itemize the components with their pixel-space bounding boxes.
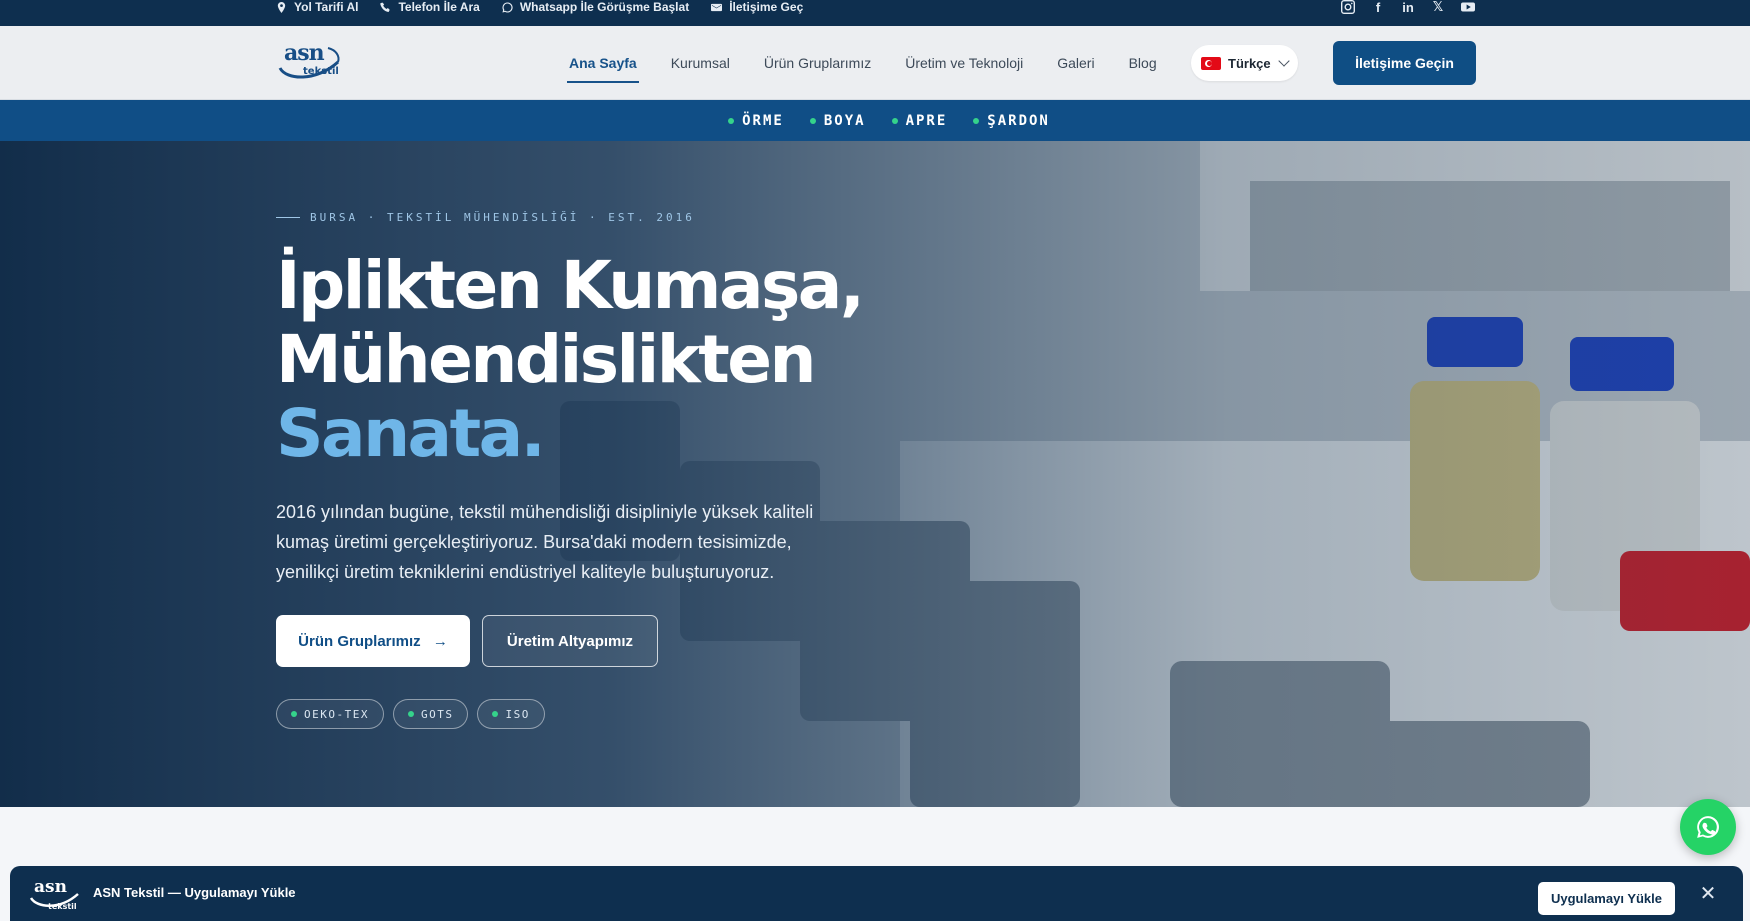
badge-label: ISO bbox=[505, 707, 530, 721]
bullet-dot-icon bbox=[407, 711, 414, 717]
badge-gots: GOTS bbox=[392, 699, 469, 729]
certification-badges: OEKO-TEX GOTS ISO bbox=[276, 699, 545, 729]
logo-subtext: tekstil bbox=[303, 66, 339, 77]
contact-label: İletişime Geç bbox=[729, 0, 804, 14]
whatsapp-link[interactable]: Whatsapp İle Görüşme Başlat bbox=[502, 0, 689, 14]
site-header: asn tekstil Ana Sayfa Kurumsal Ürün Grup… bbox=[0, 26, 1750, 100]
directions-link[interactable]: Yol Tarifi Al bbox=[276, 0, 358, 14]
category-strip: ÖRME BOYA APRE ŞARDON bbox=[0, 100, 1750, 141]
bullet-dot-icon bbox=[891, 117, 898, 124]
bullet-dot-icon bbox=[291, 711, 297, 717]
install-app-banner: asn tekstil ASN Tekstil — Uygulamayı Yük… bbox=[10, 866, 1743, 921]
logo-text: asn bbox=[284, 40, 325, 66]
turkey-flag-icon bbox=[1201, 56, 1221, 70]
youtube-icon[interactable] bbox=[1460, 0, 1476, 14]
category-item[interactable]: BOYA bbox=[809, 112, 866, 129]
language-label: Türkçe bbox=[1228, 55, 1271, 71]
hero-title-line2: Mühendislikten bbox=[276, 321, 817, 398]
nav-blog[interactable]: Blog bbox=[1127, 49, 1159, 77]
install-banner-title: ASN Tekstil — Uygulamayı Yükle bbox=[93, 885, 296, 900]
arrow-right-icon: → bbox=[432, 632, 448, 650]
category-label: APRE bbox=[905, 112, 948, 129]
nav-gallery[interactable]: Galeri bbox=[1055, 49, 1096, 77]
production-infrastructure-button[interactable]: Üretim Altyapımız bbox=[482, 615, 658, 667]
close-icon[interactable]: ✕ bbox=[1696, 882, 1720, 906]
hero-section: BURSA · TEKSTİL MÜHENDİSLİĞİ · EST. 2016… bbox=[0, 141, 1750, 807]
category-item[interactable]: ÖRME bbox=[728, 113, 784, 129]
bullet-dot-icon bbox=[492, 711, 499, 717]
instagram-icon[interactable] bbox=[1340, 0, 1356, 14]
bullet-dot-icon bbox=[809, 117, 816, 124]
social-links: f in 𝕏 bbox=[1340, 0, 1476, 15]
location-pin-icon bbox=[277, 1, 286, 13]
chevron-down-icon bbox=[1277, 55, 1290, 67]
product-groups-label: Ürün Gruplarımız bbox=[298, 632, 421, 650]
contact-link[interactable]: İletişime Geç bbox=[711, 0, 803, 14]
category-label: ÖRME bbox=[742, 112, 784, 129]
phone-label: Telefon İle Ara bbox=[398, 0, 480, 14]
phone-link[interactable]: Telefon İle Ara bbox=[380, 0, 480, 14]
contact-cta-button[interactable]: İletişime Geçin bbox=[1333, 41, 1476, 85]
product-groups-button[interactable]: Ürün Gruplarımız → bbox=[276, 615, 470, 667]
top-utility-bar: Yol Tarifi Al Telefon İle Ara Whatsapp İ… bbox=[0, 0, 1750, 26]
category-label: ŞARDON bbox=[987, 112, 1050, 129]
hero-title-line1: İplikten Kumaşa, bbox=[276, 247, 865, 324]
nav-home[interactable]: Ana Sayfa bbox=[567, 49, 639, 83]
main-nav: Ana Sayfa Kurumsal Ürün Gruplarımız Üret… bbox=[567, 26, 1159, 100]
banner-logo: asn tekstil bbox=[28, 876, 84, 912]
badge-iso: ISO bbox=[477, 699, 545, 729]
install-app-button[interactable]: Uygulamayı Yükle bbox=[1538, 882, 1675, 915]
x-icon[interactable]: 𝕏 bbox=[1430, 0, 1446, 14]
badge-oeko-tex: OEKO-TEX bbox=[276, 699, 384, 729]
eyebrow-line bbox=[276, 217, 300, 218]
language-selector[interactable]: Türkçe bbox=[1191, 45, 1298, 81]
eyebrow-text: BURSA · TEKSTİL MÜHENDİSLİĞİ · EST. 2016 bbox=[310, 211, 695, 224]
category-item[interactable]: APRE bbox=[891, 112, 948, 129]
svg-text:asn: asn bbox=[34, 877, 67, 897]
whatsapp-icon bbox=[502, 1, 513, 13]
nav-corporate[interactable]: Kurumsal bbox=[669, 49, 732, 77]
svg-text:tekstil: tekstil bbox=[48, 902, 77, 911]
linkedin-icon[interactable]: in bbox=[1400, 0, 1416, 15]
hero-background-image bbox=[0, 141, 1750, 807]
hero-description: 2016 yılından bugüne, tekstil mühendisli… bbox=[276, 502, 814, 582]
logo-swoosh: asn tekstil bbox=[29, 877, 79, 911]
badge-label: GOTS bbox=[420, 707, 454, 721]
hero-eyebrow: BURSA · TEKSTİL MÜHENDİSLİĞİ · EST. 2016 bbox=[276, 211, 695, 224]
utility-links: Yol Tarifi Al Telefon İle Ara Whatsapp İ… bbox=[276, 0, 803, 14]
bullet-dot-icon bbox=[973, 117, 980, 124]
nav-product-groups[interactable]: Ürün Gruplarımız bbox=[762, 49, 873, 77]
mail-icon bbox=[711, 3, 723, 11]
whatsapp-icon bbox=[1697, 816, 1719, 838]
hero-title-accent: Sanata. bbox=[276, 395, 546, 472]
bullet-dot-icon bbox=[728, 117, 735, 124]
whatsapp-float-button[interactable] bbox=[1680, 799, 1736, 855]
category-label: BOYA bbox=[823, 112, 866, 129]
phone-icon bbox=[380, 1, 391, 12]
site-logo[interactable]: asn tekstil bbox=[276, 40, 346, 84]
directions-label: Yol Tarifi Al bbox=[294, 0, 359, 14]
category-item[interactable]: ŞARDON bbox=[973, 113, 1050, 129]
facebook-icon[interactable]: f bbox=[1370, 0, 1386, 15]
nav-production-technology[interactable]: Üretim ve Teknoloji bbox=[903, 49, 1025, 77]
badge-label: OEKO-TEX bbox=[304, 707, 369, 721]
whatsapp-label: Whatsapp İle Görüşme Başlat bbox=[519, 0, 690, 14]
hero-title: İplikten Kumaşa, Mühendislikten Sanata. bbox=[276, 247, 865, 472]
